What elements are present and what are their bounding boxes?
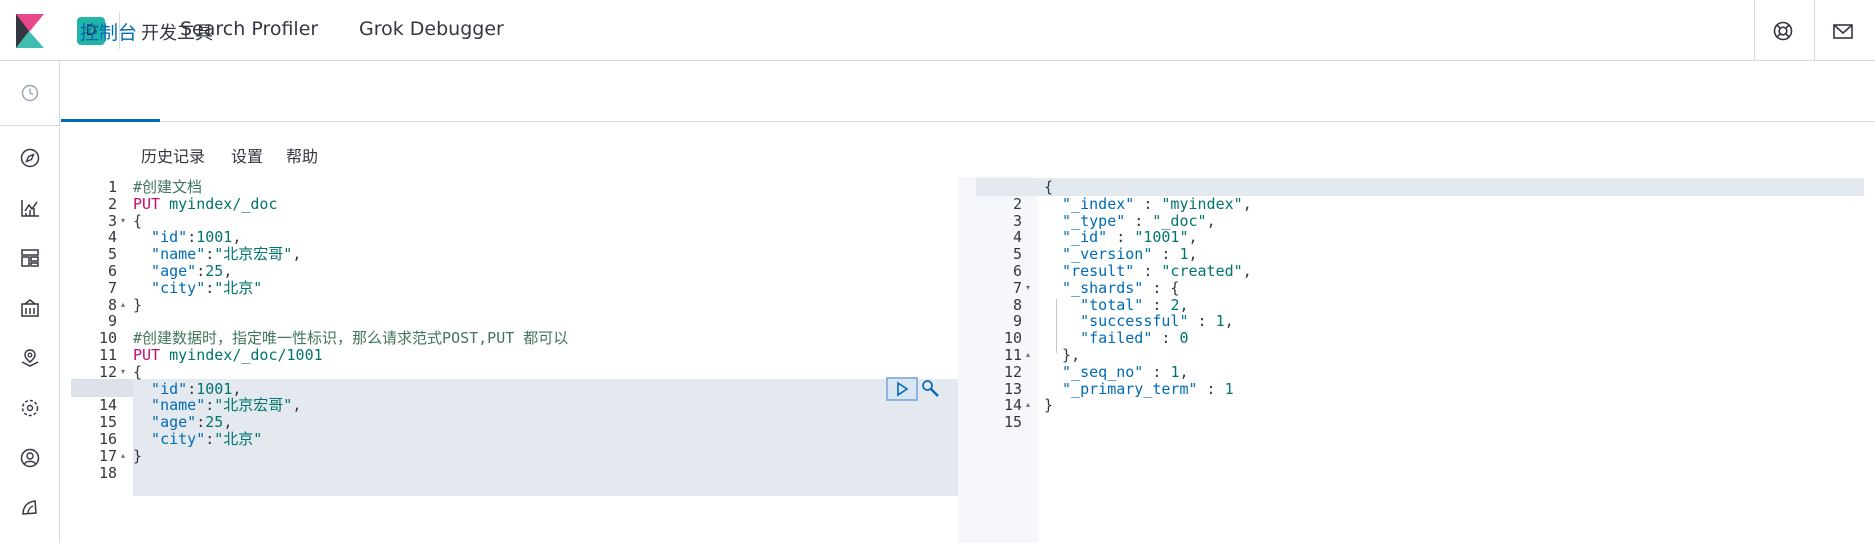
fold-close-icon[interactable]: ▴ (121, 295, 125, 315)
request-editor[interactable]: 123▾45678▴9101112▾1314151617▴18 #创建文档PUT… (71, 177, 958, 543)
tab-search-profiler[interactable]: Search Profiler (180, 18, 318, 40)
tab-console[interactable]: 控制台 (80, 18, 137, 45)
dev-tools-tabs (61, 61, 1875, 122)
wrench-icon[interactable] (920, 378, 942, 400)
help-lifebuoy-icon[interactable] (1772, 20, 1794, 42)
tab-grok-debugger[interactable]: Grok Debugger (359, 18, 504, 40)
code-token: , (1224, 312, 1234, 330)
response-line-number: 15 (1003, 413, 1022, 431)
response-code-line: "_primary_term" : 1 (1044, 379, 1234, 399)
code-token: } (133, 296, 143, 314)
code-token: , (1206, 212, 1216, 230)
response-editor-gutter: 1▾234567▾891011▴121314▴15 (976, 177, 1038, 543)
code-token: : (1188, 312, 1216, 330)
code-token: myindex/_doc/1001 (160, 346, 323, 364)
recent-items-section (0, 61, 59, 126)
code-token: "_primary_term" (1044, 380, 1198, 398)
header-divider (1754, 0, 1755, 61)
code-token: : (1152, 329, 1180, 347)
code-token: , (292, 245, 302, 263)
code-token: , (292, 396, 302, 414)
send-request-button[interactable] (886, 377, 918, 401)
response-editor-code: { "_index" : "myindex", "_type" : "_doc"… (1044, 177, 1864, 543)
request-code-line: PUT myindex/_doc/1001 (133, 345, 323, 365)
left-nav (0, 61, 60, 543)
dashboard-icon[interactable] (19, 247, 41, 269)
settings-button[interactable]: 设置 (231, 143, 263, 167)
active-line-gutter (71, 379, 133, 397)
visualize-icon[interactable] (19, 197, 41, 219)
play-icon (897, 381, 909, 397)
ml-icon[interactable] (19, 397, 41, 419)
code-token: : (205, 430, 215, 448)
compass-icon[interactable] (19, 147, 41, 169)
request-line-number: 18 (98, 464, 117, 482)
request-code-line: "city":"北京" (133, 278, 262, 298)
code-token: , (1242, 195, 1252, 213)
console-toolbar: 历史记录 设置 帮助 (61, 122, 1875, 177)
fold-close-icon[interactable]: ▴ (1026, 345, 1030, 365)
clock-icon[interactable] (19, 82, 41, 104)
fold-close-icon[interactable]: ▴ (121, 446, 125, 466)
maps-icon[interactable] (19, 347, 41, 369)
editor-resizer[interactable] (958, 177, 976, 543)
newsfeed-mail-icon[interactable] (1832, 20, 1854, 42)
fold-close-icon[interactable]: ▴ (1026, 395, 1030, 415)
request-code-line: } (133, 446, 142, 466)
user-icon[interactable] (19, 447, 41, 469)
request-code-line: PUT myindex/_doc (133, 194, 278, 214)
code-token: "city" (133, 279, 206, 297)
code-token: } (1044, 396, 1054, 414)
response-editor[interactable]: 1▾234567▾891011▴121314▴15 { "_index" : "… (976, 177, 1875, 543)
request-code-line: } (133, 295, 142, 315)
request-editor-gutter: 123▾45678▴9101112▾1314151617▴18 (71, 177, 133, 543)
fold-open-icon[interactable]: ▾ (1026, 278, 1030, 298)
header-divider (1814, 0, 1815, 61)
code-token: 1 (1224, 380, 1234, 398)
code-token: : (1197, 380, 1225, 398)
observability-icon[interactable] (19, 497, 41, 519)
code-token: 1 (1215, 312, 1225, 330)
code-token: myindex/_doc (160, 195, 278, 213)
code-token: : (205, 279, 215, 297)
fold-open-icon[interactable]: ▾ (121, 211, 125, 231)
history-button[interactable]: 历史记录 (141, 143, 205, 167)
code-token: } (133, 447, 143, 465)
request-editor-code[interactable]: #创建文档 PUT myindex/_doc{ "id":1001, "name"… (133, 177, 958, 543)
canvas-icon[interactable] (19, 297, 41, 319)
code-token: "北京" (214, 279, 263, 297)
code-token: "北京" (214, 430, 263, 448)
help-button[interactable]: 帮助 (286, 143, 318, 167)
response-code-line: } (1044, 395, 1053, 415)
code-token: 0 (1179, 329, 1189, 347)
code-token: , (1242, 262, 1252, 280)
code-token: "city" (133, 430, 206, 448)
request-code-line: "city":"北京" (133, 429, 262, 449)
kibana-logo-icon[interactable] (16, 14, 44, 48)
